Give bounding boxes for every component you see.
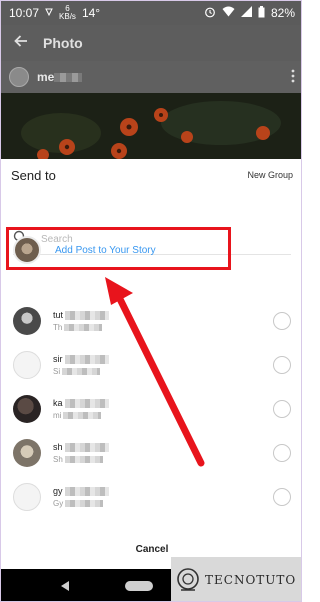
contact-row[interactable]: sh Sh xyxy=(1,431,301,475)
contact-subtitle: mi xyxy=(53,411,109,420)
contact-list: tut Th sir Si ka mi sh Sh gy Gy xyxy=(1,299,301,519)
sheet-title: Send to xyxy=(11,167,56,183)
contact-row[interactable]: sir Si xyxy=(1,343,301,387)
contact-subtitle: Sh xyxy=(53,455,109,464)
cancel-button[interactable]: Cancel xyxy=(136,544,169,555)
select-radio[interactable] xyxy=(273,444,291,462)
select-radio[interactable] xyxy=(273,312,291,330)
sheet-header: Send to New Group xyxy=(1,159,301,191)
post-header: me xyxy=(1,61,301,93)
contact-row[interactable]: tut Th xyxy=(1,299,301,343)
status-time: 10:07 xyxy=(9,6,40,20)
contact-name: sir xyxy=(53,354,109,364)
screen: 10:07 6 KB/s 14° 82% Photo me Send to Ne… xyxy=(0,0,302,602)
contact-row[interactable]: gy Gy xyxy=(1,475,301,519)
contact-name: gy xyxy=(53,486,109,496)
contact-subtitle: Gy xyxy=(53,499,109,508)
post-avatar[interactable] xyxy=(9,67,29,87)
watermark-logo-icon xyxy=(175,563,201,598)
app-bar: Photo xyxy=(1,25,301,61)
avatar xyxy=(13,439,41,467)
signal-mini-icon xyxy=(45,6,53,20)
avatar xyxy=(13,483,41,511)
contact-row[interactable]: ka mi xyxy=(1,387,301,431)
contact-name: sh xyxy=(53,442,109,452)
contact-subtitle: Si xyxy=(53,367,109,376)
battery-icon xyxy=(258,5,265,21)
contact-subtitle: Th xyxy=(53,323,109,332)
select-radio[interactable] xyxy=(273,488,291,506)
status-temperature: 14° xyxy=(81,6,101,20)
watermark: TECNOTUTO xyxy=(171,557,301,601)
annotation-highlight xyxy=(6,227,231,270)
status-bar: 10:07 6 KB/s 14° 82% xyxy=(1,1,301,25)
arrow-left-icon[interactable] xyxy=(13,33,29,54)
page-title: Photo xyxy=(43,35,83,51)
battery-level: 82% xyxy=(270,6,295,20)
select-radio[interactable] xyxy=(273,400,291,418)
wifi-icon xyxy=(222,6,235,20)
watermark-text: TECNOTUTO xyxy=(205,573,297,587)
nav-home-icon[interactable] xyxy=(125,581,153,591)
alarm-icon xyxy=(204,6,216,21)
signal-icon xyxy=(240,6,252,20)
avatar xyxy=(13,351,41,379)
post-username[interactable]: me xyxy=(37,70,83,84)
more-vertical-icon[interactable] xyxy=(291,69,295,86)
avatar xyxy=(13,307,41,335)
data-rate-unit: KB/s xyxy=(59,12,76,21)
nav-back-icon[interactable] xyxy=(61,581,69,591)
contact-name: ka xyxy=(53,398,109,408)
redacted-username xyxy=(54,73,83,83)
contact-name: tut xyxy=(53,310,110,320)
new-group-button[interactable]: New Group xyxy=(247,170,293,180)
post-photo xyxy=(1,93,301,159)
select-radio[interactable] xyxy=(273,356,291,374)
avatar xyxy=(13,395,41,423)
